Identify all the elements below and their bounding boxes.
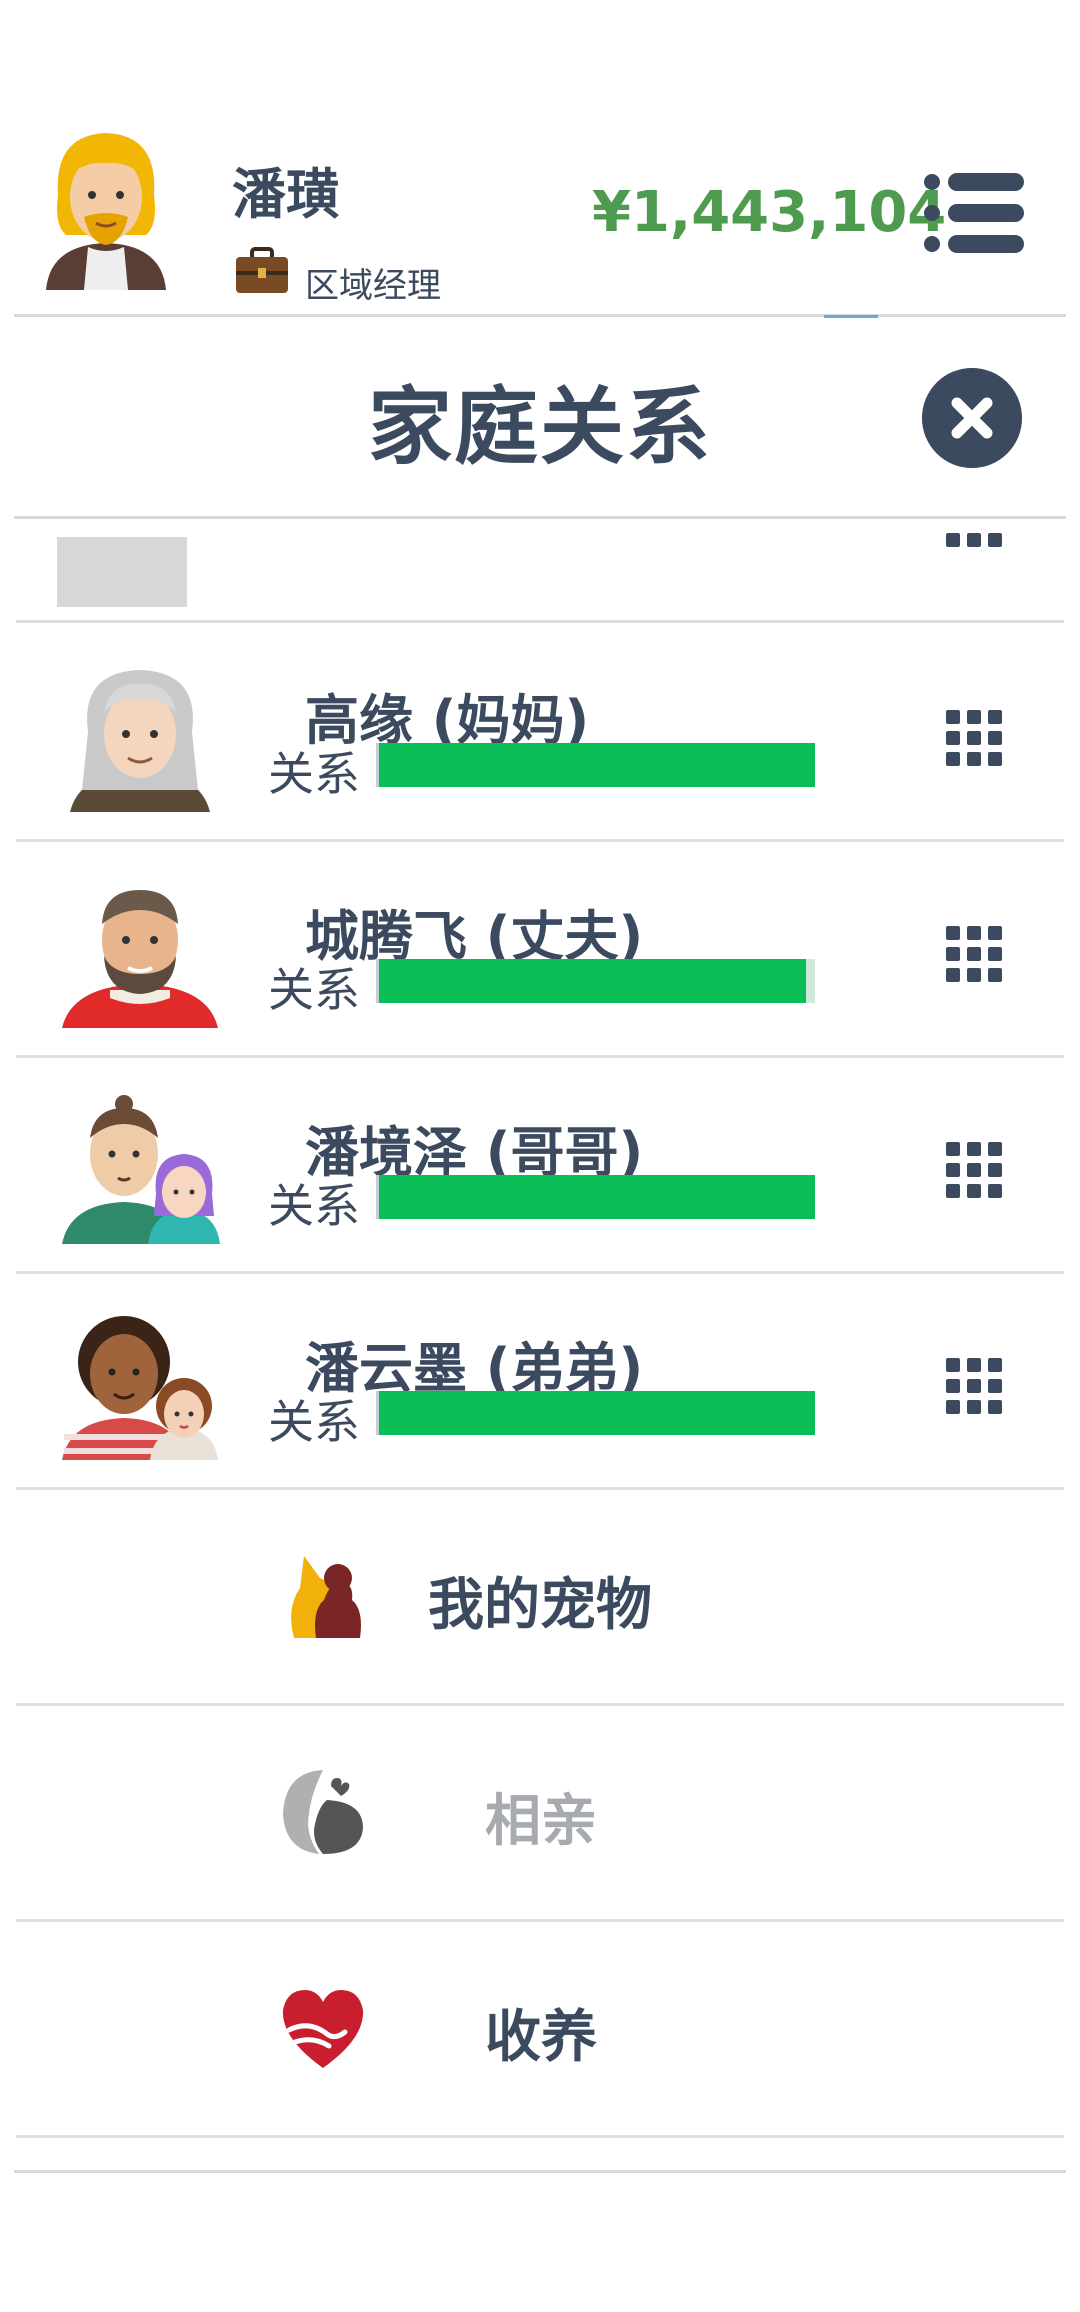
family-member-row[interactable]: 潘云墨 (弟弟) 关系 xyxy=(0,1274,1080,1490)
family-member-row[interactable]: 潘境泽 (哥哥) 关系 xyxy=(0,1058,1080,1274)
row-divider xyxy=(16,2135,1064,2138)
job-title: 区域经理 xyxy=(305,266,441,306)
family-member-row[interactable]: 高缘 (妈妈) 关系 xyxy=(0,626,1080,842)
brother-with-partner-avatar xyxy=(62,1095,220,1244)
header-accent-line xyxy=(824,315,878,318)
top-status-bar: 潘璜 区域经理 ¥1,443,104 xyxy=(0,0,1080,318)
my-pets-label: 我的宠物 xyxy=(428,1573,652,1638)
partial-avatar xyxy=(57,537,187,607)
matchmaking-button[interactable]: 相亲 xyxy=(0,1706,1080,1922)
adoption-button[interactable]: 收养 xyxy=(0,1922,1080,2138)
grid-menu-icon[interactable] xyxy=(946,1358,1002,1414)
younger-brother-with-partner-avatar xyxy=(62,1316,218,1460)
grid-menu-icon[interactable] xyxy=(946,710,1002,766)
heart-hands-icon xyxy=(282,1990,364,2068)
bearded-husband-avatar xyxy=(62,890,218,1028)
relationship-bar-fill xyxy=(379,959,807,1003)
close-button[interactable] xyxy=(922,368,1022,468)
pet-dog-icon xyxy=(291,1556,361,1638)
menu-list-icon[interactable] xyxy=(922,172,1026,254)
family-list[interactable]: 高缘 (妈妈) 关系 城腾飞 (丈夫) 关系 潘境泽 (哥哥) 关系 潘云墨 (… xyxy=(0,519,1080,2159)
relationship-bar xyxy=(376,743,815,787)
relationship-bar xyxy=(376,1175,815,1219)
relationship-bar xyxy=(376,959,815,1003)
relationship-label: 关系 xyxy=(268,963,360,1017)
matchmaking-faces-icon xyxy=(283,1770,363,1854)
relationship-bar xyxy=(376,1391,815,1435)
grid-menu-icon[interactable] xyxy=(946,926,1002,982)
grey-haired-mother-avatar xyxy=(70,670,210,812)
list-item-partial[interactable] xyxy=(0,519,1080,623)
my-pets-button[interactable]: 我的宠物 xyxy=(0,1490,1080,1706)
briefcase-icon xyxy=(236,247,288,293)
player-name: 潘璜 xyxy=(232,163,340,226)
matchmaking-label: 相亲 xyxy=(485,1789,597,1854)
family-member-row[interactable]: 城腾飞 (丈夫) 关系 xyxy=(0,842,1080,1058)
relationship-bar-fill xyxy=(379,1175,815,1219)
bottom-divider xyxy=(14,2170,1066,2173)
relationship-label: 关系 xyxy=(268,1395,360,1449)
header-divider xyxy=(14,314,1066,317)
relationship-label: 关系 xyxy=(268,1179,360,1233)
adoption-label: 收养 xyxy=(485,2005,597,2070)
relationship-label: 关系 xyxy=(268,747,360,801)
money-balance: ¥1,443,104 xyxy=(592,180,947,245)
grid-menu-icon[interactable] xyxy=(946,1142,1002,1198)
relationship-bar-fill xyxy=(379,1391,815,1435)
player-avatar[interactable] xyxy=(36,125,176,295)
panel-title: 家庭关系 xyxy=(367,378,712,476)
relationship-bar-fill xyxy=(379,743,815,787)
row-divider xyxy=(16,620,1064,623)
grid-menu-icon[interactable] xyxy=(946,531,1002,551)
